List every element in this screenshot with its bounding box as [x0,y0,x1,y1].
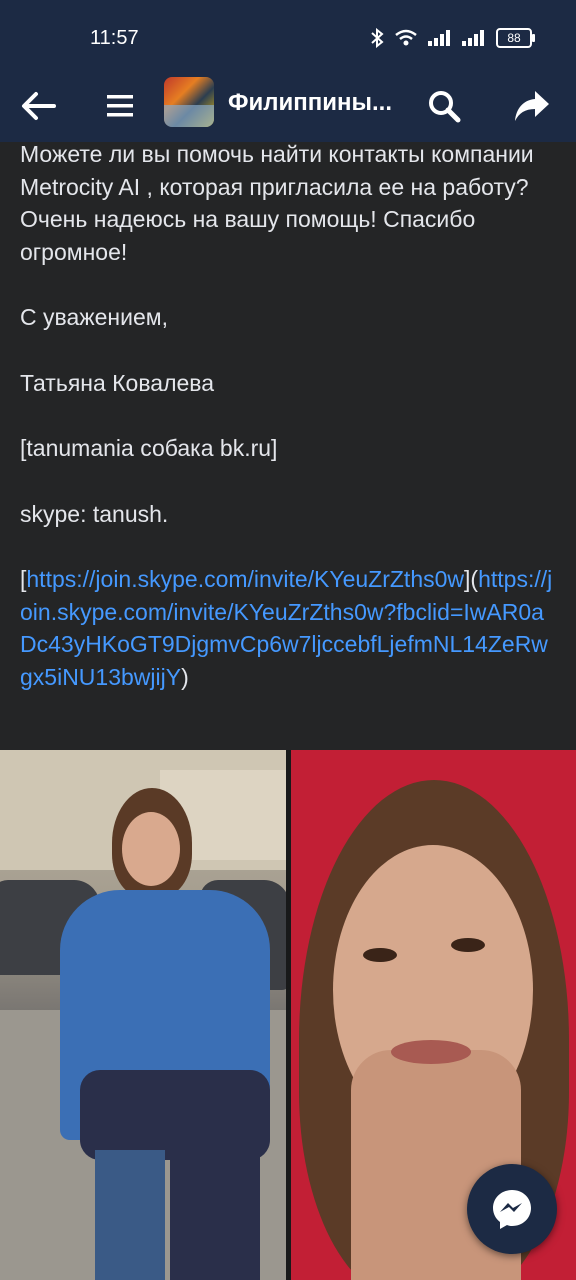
status-icons: 88 [370,28,535,48]
back-button[interactable] [14,82,62,130]
signal-icon [428,30,450,46]
arrow-left-icon [22,92,56,120]
signal-icon-2 [462,30,484,46]
post-intro: Можете ли вы помочь найти контакты компа… [20,141,534,265]
post-skype: skype: tanush. [20,500,169,527]
status-time: 11:57 [90,27,139,49]
photo-left[interactable] [0,750,286,1280]
hamburger-icon [107,95,133,117]
post-regards: С уважением, [20,304,168,330]
skype-invite-link[interactable]: https://join.skype.com/invite/KYeuZrZths… [26,566,464,592]
post-email: [tanumania собака bk.ru] [20,435,278,461]
battery-icon: 88 [496,28,535,48]
search-icon [429,91,461,123]
search-button[interactable] [420,82,468,130]
post-body: Можете ли вы помочь найти контакты компа… [20,138,560,693]
bracket-close: ) [181,663,189,690]
group-title[interactable]: Филиппины... [228,89,408,117]
messenger-button[interactable] [467,1164,557,1254]
bracket-mid: ]( [464,566,479,592]
share-button[interactable] [508,82,556,130]
post-link-line: [https://join.skype.com/invite/KYeuZrZth… [20,563,560,693]
post-author-name: Татьяна Ковалева [20,369,215,396]
messenger-icon [493,1190,531,1229]
share-arrow-icon [515,91,549,121]
app-bar: Филиппины... [0,70,576,142]
wifi-icon [395,29,417,46]
bluetooth-icon [371,28,384,48]
group-avatar[interactable] [164,77,214,127]
menu-button[interactable] [96,82,144,130]
status-bar: 11:57 88 [0,0,576,70]
